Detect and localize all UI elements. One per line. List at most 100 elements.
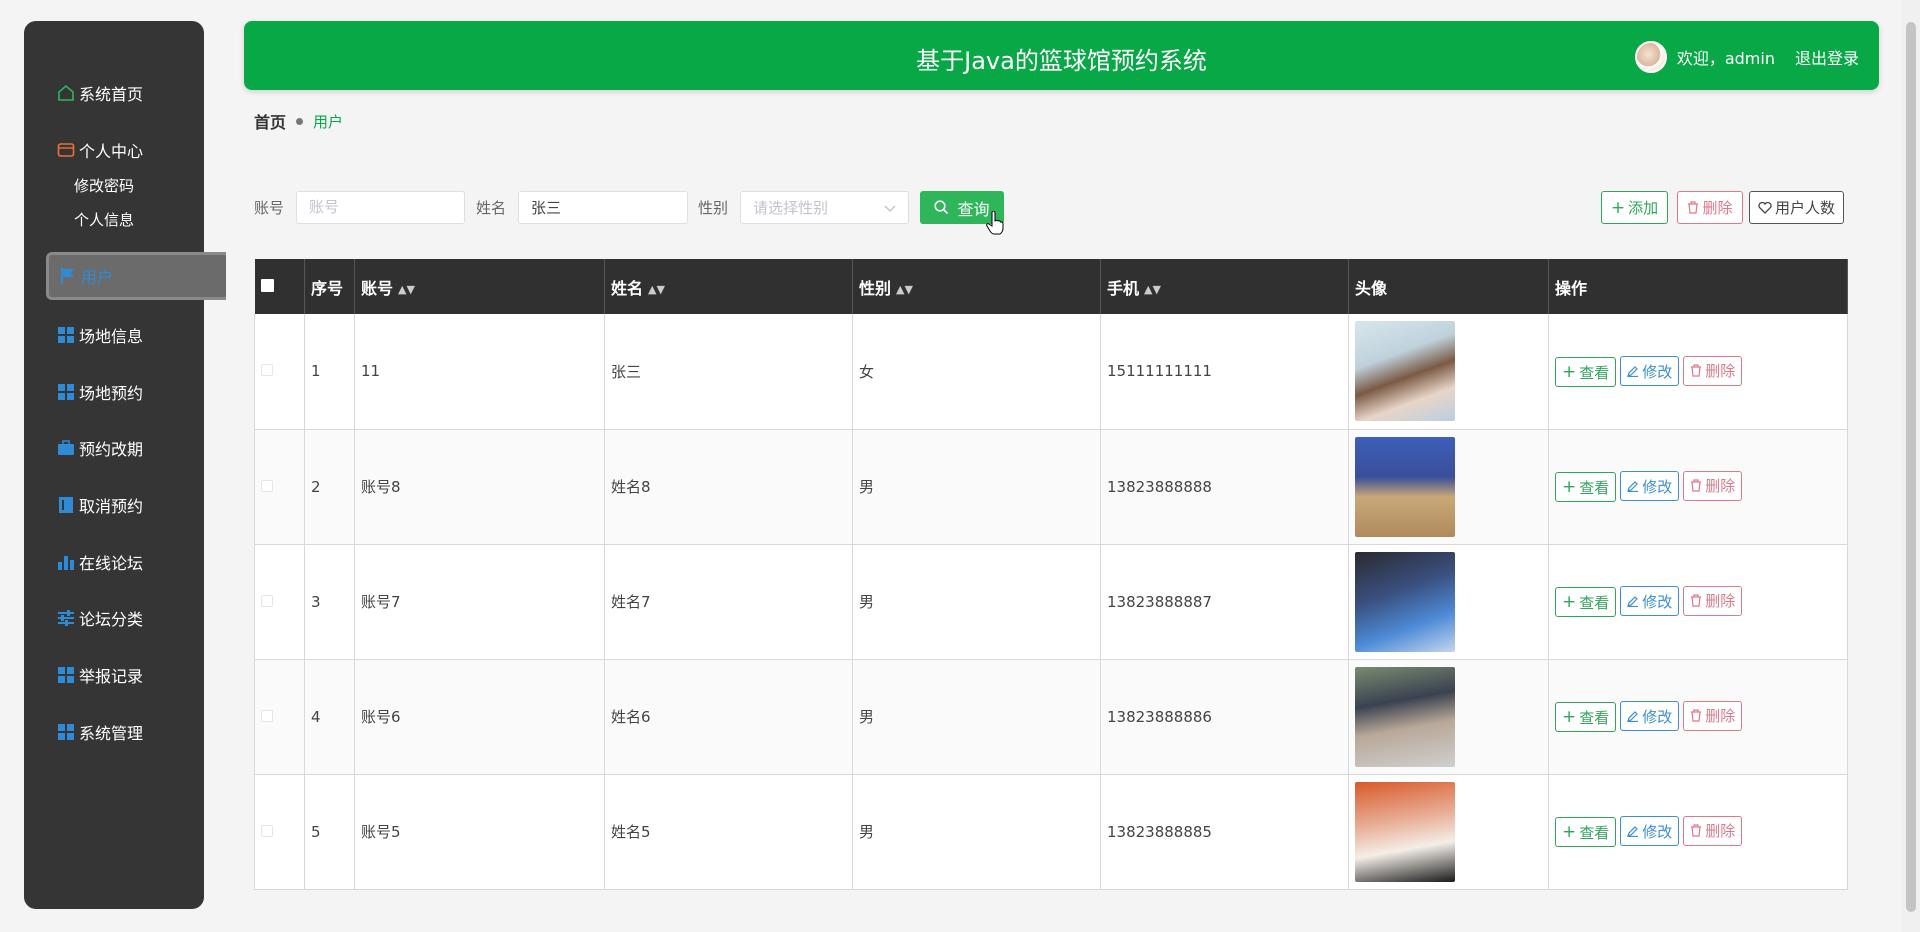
edit-button[interactable]: 修改 bbox=[1620, 701, 1680, 732]
submenu-personal-info[interactable]: 个人信息 bbox=[74, 209, 134, 230]
header-account[interactable]: 账号 ▲▼ bbox=[354, 259, 605, 314]
edit-label: 修改 bbox=[1642, 707, 1673, 726]
view-button[interactable]: + 查看 bbox=[1555, 702, 1617, 733]
sidebar-item-cancel-booking[interactable]: 取消预约 bbox=[24, 490, 204, 520]
sidebar-item-home[interactable]: 系统首页 bbox=[24, 78, 204, 108]
cell-actions: + 查看 修改 删除 bbox=[1548, 659, 1848, 775]
cell-name: 张三 bbox=[604, 314, 853, 430]
cell-phone: 15111111111 bbox=[1100, 314, 1349, 430]
welcome-text: 欢迎，admin bbox=[1676, 49, 1775, 68]
sidebar-item-label: 场地预约 bbox=[79, 384, 144, 403]
view-button[interactable]: + 查看 bbox=[1555, 357, 1617, 387]
logout-link[interactable]: 退出登录 bbox=[1795, 45, 1859, 69]
row-select-cell bbox=[254, 429, 305, 545]
sidebar-item-reports[interactable]: 举报记录 bbox=[24, 660, 204, 690]
sort-icon[interactable]: ▲▼ bbox=[1144, 283, 1161, 296]
sidebar-item-forum-category[interactable]: 论坛分类 bbox=[24, 603, 204, 633]
sidebar-item-venue-info[interactable]: 场地信息 bbox=[24, 320, 204, 350]
row-checkbox[interactable] bbox=[261, 364, 273, 377]
table-header-row: 序号 账号 ▲▼ 姓名 ▲▼ 性别 ▲▼ 手机 ▲▼ 头像 操作 bbox=[254, 259, 1848, 314]
view-button[interactable]: + 查看 bbox=[1555, 587, 1617, 618]
sidebar-item-reschedule[interactable]: 预约改期 bbox=[24, 433, 204, 463]
briefcase-icon bbox=[57, 439, 75, 457]
plus-icon: + bbox=[1562, 362, 1577, 382]
delete-button[interactable]: 删除 bbox=[1683, 470, 1743, 501]
sidebar-item-label: 取消预约 bbox=[79, 497, 144, 516]
delete-button[interactable]: 删除 bbox=[1683, 585, 1743, 616]
avatar[interactable] bbox=[1634, 41, 1667, 73]
breadcrumb-current: 用户 bbox=[313, 112, 344, 131]
header-name[interactable]: 姓名 ▲▼ bbox=[604, 259, 853, 314]
submenu-change-password[interactable]: 修改密码 bbox=[74, 175, 134, 196]
edit-button[interactable]: 修改 bbox=[1620, 471, 1680, 502]
cell-phone: 13823888885 bbox=[1100, 774, 1349, 890]
cell-phone: 13823888887 bbox=[1100, 544, 1349, 660]
row-checkbox[interactable] bbox=[261, 824, 273, 837]
edit-button[interactable]: 修改 bbox=[1620, 356, 1680, 386]
name-search-input[interactable] bbox=[518, 191, 688, 224]
bulk-delete-button[interactable]: 删除 bbox=[1677, 191, 1743, 224]
user-photo bbox=[1355, 321, 1455, 422]
account-search-input[interactable] bbox=[296, 191, 465, 224]
cell-account: 账号8 bbox=[354, 429, 605, 545]
row-select-cell bbox=[254, 774, 305, 890]
sidebar-item-system[interactable]: 系统管理 bbox=[24, 717, 204, 747]
chevron-down-icon bbox=[884, 199, 896, 217]
grid-icon bbox=[57, 666, 75, 684]
mouse-cursor-icon bbox=[986, 210, 1004, 235]
sidebar-item-personal-center[interactable]: 个人中心 bbox=[24, 135, 204, 165]
breadcrumb-home[interactable]: 首页 bbox=[254, 109, 286, 133]
grid-icon bbox=[57, 326, 75, 344]
row-checkbox[interactable] bbox=[261, 709, 273, 722]
sidebar-item-venue-booking[interactable]: 场地预约 bbox=[24, 377, 204, 407]
edit-button[interactable]: 修改 bbox=[1620, 586, 1680, 617]
sidebar-item-forum[interactable]: 在线论坛 bbox=[24, 547, 204, 577]
delete-label: 删除 bbox=[1705, 477, 1736, 496]
cell-avatar bbox=[1348, 659, 1549, 775]
flag-icon bbox=[59, 267, 77, 285]
sort-icon[interactable]: ▲▼ bbox=[648, 283, 665, 296]
search-button-label: 查询 bbox=[957, 199, 990, 219]
user-photo bbox=[1355, 781, 1455, 882]
row-checkbox[interactable] bbox=[261, 594, 273, 607]
gender-select[interactable]: 请选择性别 bbox=[740, 191, 909, 224]
edit-button[interactable]: 修改 bbox=[1620, 816, 1680, 847]
table-row: 1 11 张三女 15111111111 + 查看 修改 删除 bbox=[254, 314, 1848, 430]
cell-account: 账号5 bbox=[354, 774, 605, 890]
header-name-label: 姓名 bbox=[611, 278, 644, 298]
table-row: 5 账号5 姓名5 男 13823888885 + 查看 修改 删除 bbox=[254, 774, 1848, 890]
cell-gender: 女 bbox=[852, 314, 1101, 430]
delete-button[interactable]: 删除 bbox=[1683, 355, 1743, 386]
view-button[interactable]: + 查看 bbox=[1555, 817, 1617, 848]
sidebar-item-label: 在线论坛 bbox=[79, 554, 144, 573]
view-button[interactable]: + 查看 bbox=[1555, 472, 1617, 503]
delete-button[interactable]: 删除 bbox=[1683, 700, 1743, 731]
select-all-checkbox[interactable] bbox=[260, 279, 274, 292]
view-label: 查看 bbox=[1579, 478, 1610, 497]
cell-gender: 男 bbox=[852, 544, 1101, 660]
cell-gender: 男 bbox=[852, 429, 1101, 545]
view-label: 查看 bbox=[1579, 823, 1610, 842]
header-phone[interactable]: 手机 ▲▼ bbox=[1100, 259, 1349, 314]
user-count-button[interactable]: 用户人数 bbox=[1749, 191, 1844, 224]
sort-icon[interactable]: ▲▼ bbox=[398, 283, 415, 296]
cell-no: 4 bbox=[304, 659, 355, 775]
scrollbar[interactable] bbox=[1902, 0, 1920, 932]
sidebar-item-label: 举报记录 bbox=[79, 667, 144, 686]
scrollbar-thumb[interactable] bbox=[1906, 22, 1916, 912]
header-gender[interactable]: 性别 ▲▼ bbox=[852, 259, 1101, 314]
sort-icon[interactable]: ▲▼ bbox=[896, 283, 913, 296]
cell-account: 账号7 bbox=[354, 544, 605, 660]
home-icon bbox=[57, 84, 75, 102]
row-checkbox[interactable] bbox=[261, 479, 273, 492]
view-label: 查看 bbox=[1579, 708, 1610, 727]
sidebar-item-users[interactable]: 用户 bbox=[46, 252, 226, 300]
delete-label: 删除 bbox=[1705, 822, 1736, 841]
add-button[interactable]: + 添加 bbox=[1601, 191, 1668, 224]
delete-button[interactable]: 删除 bbox=[1683, 815, 1743, 846]
sidebar-item-label: 场地信息 bbox=[79, 327, 144, 346]
users-table: 序号 账号 ▲▼ 姓名 ▲▼ 性别 ▲▼ 手机 ▲▼ 头像 操作 1 11 张三女 15111… bbox=[254, 259, 1848, 890]
sidebar-item-label: 论坛分类 bbox=[79, 610, 144, 629]
add-button-label: 添加 bbox=[1628, 199, 1659, 217]
wallet-icon bbox=[57, 141, 75, 159]
